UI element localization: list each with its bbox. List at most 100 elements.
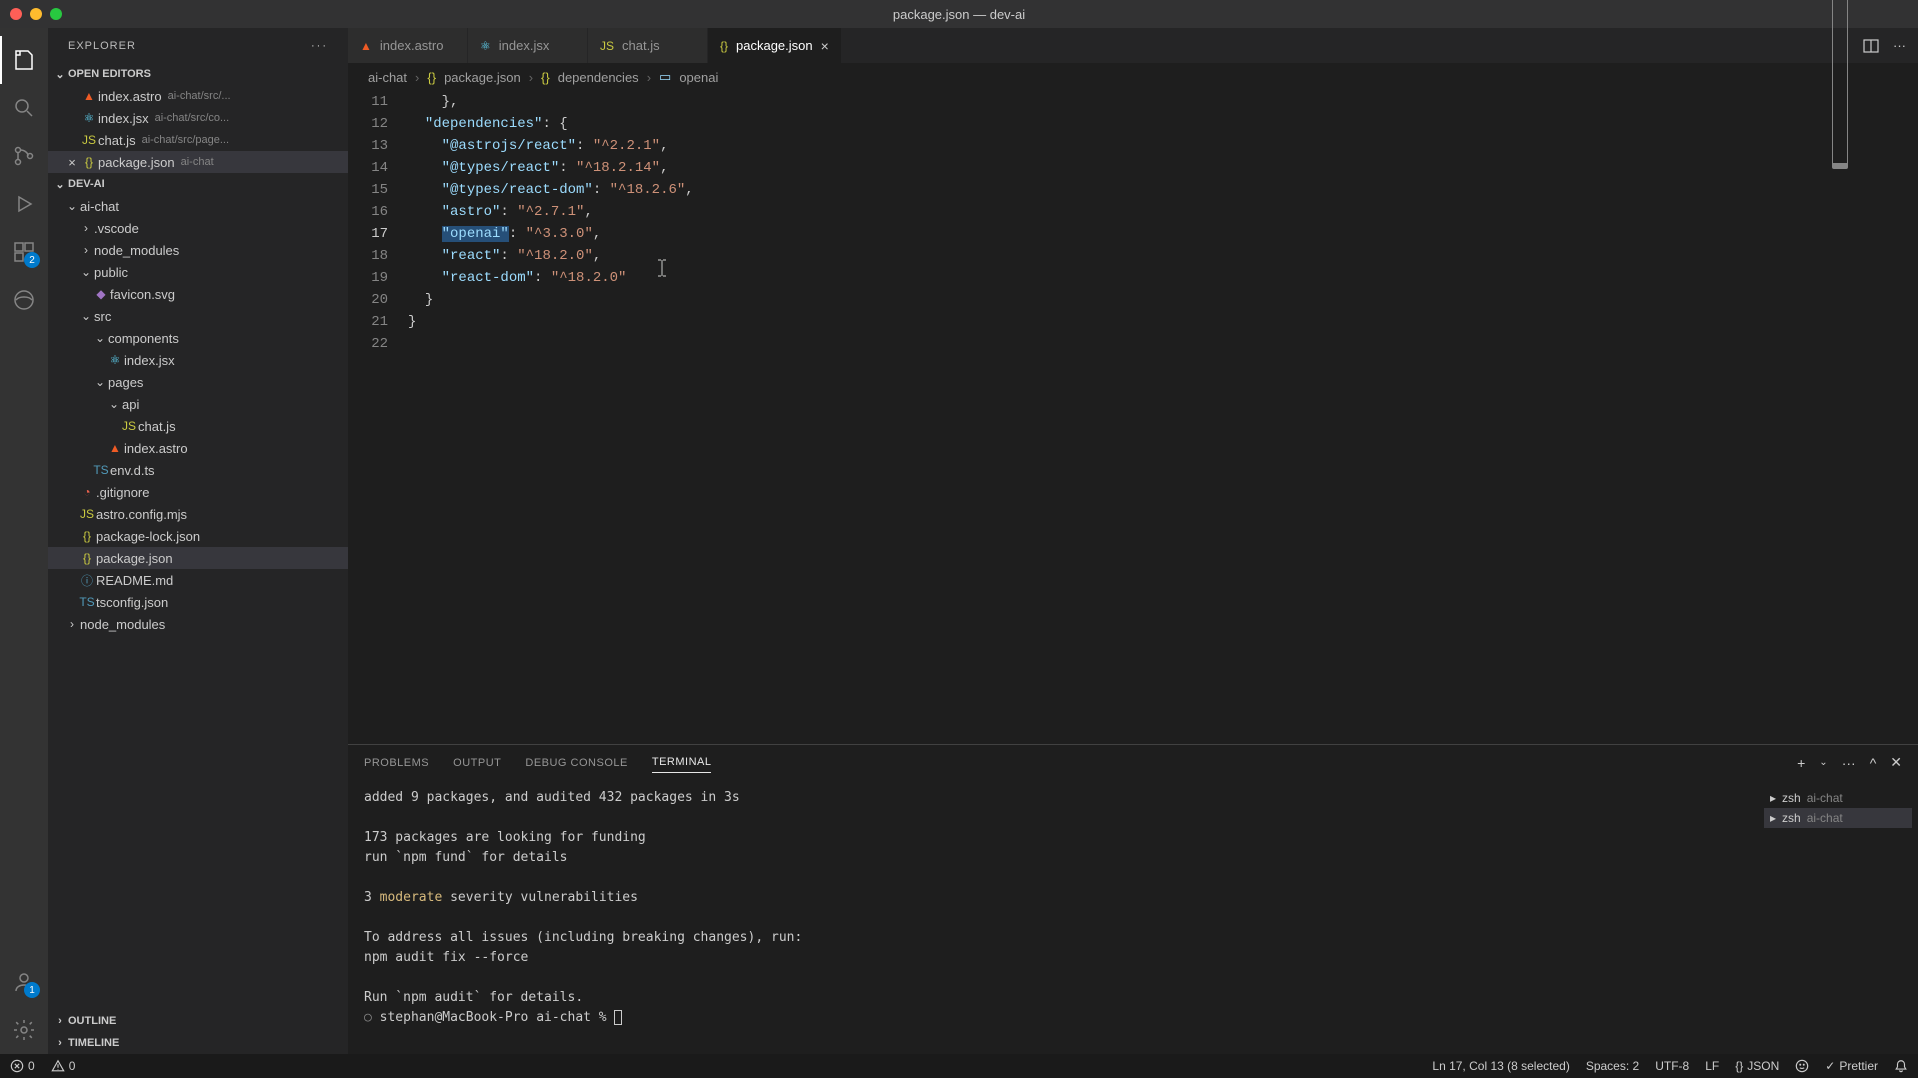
folder-item[interactable]: ⌄api [48,393,348,415]
folder-item[interactable]: ›node_modules [48,239,348,261]
extensions-view-icon[interactable]: 2 [0,228,48,276]
folder-item[interactable]: ⌄src [48,305,348,327]
open-editor-item[interactable]: JSchat.jsai-chat/src/page... [48,129,348,151]
folder-name: ai-chat [80,199,119,214]
open-editor-item[interactable]: ▲index.astroai-chat/src/... [48,85,348,107]
file-item[interactable]: ▲index.astro [48,437,348,459]
terminal-line: 173 packages are looking for funding [364,828,1742,848]
source-control-view-icon[interactable] [0,132,48,180]
window-title: package.json — dev-ai [893,7,1025,22]
edge-tools-icon[interactable] [0,276,48,324]
open-editors-label: OPEN EDITORS [68,68,151,80]
activity-bar: 2 1 [0,28,48,1054]
terminal-line: added 9 packages, and audited 432 packag… [364,788,1742,808]
editor-tab[interactable]: {}package.json× [708,28,842,63]
file-item[interactable]: ⓘREADME.md [48,569,348,591]
problems-tab[interactable]: PROBLEMS [364,753,429,773]
terminal-list-item[interactable]: ▸zsh ai-chat [1764,788,1912,808]
chevron-icon: › [64,617,80,631]
terminal-line: ○ stephan@MacBook-Pro ai-chat % [364,1008,1742,1028]
status-warnings[interactable]: 0 [51,1059,76,1073]
terminal-shell: zsh [1782,811,1801,825]
status-encoding[interactable]: UTF-8 [1655,1059,1689,1073]
panel-more-icon[interactable]: ··· [1842,755,1856,771]
chevron-icon: › [78,243,94,257]
output-tab[interactable]: OUTPUT [453,753,501,773]
file-item[interactable]: ⚛index.jsx [48,349,348,371]
breadcrumb-dependencies[interactable]: dependencies [558,70,639,85]
sidebar-more-icon[interactable]: ··· [311,40,328,52]
tab-label: index.astro [380,38,444,53]
search-view-icon[interactable] [0,84,48,132]
status-spaces[interactable]: Spaces: 2 [1586,1059,1639,1073]
open-editors-section[interactable]: ⌄OPEN EDITORS [48,63,348,85]
status-prettier[interactable]: ✓ Prettier [1825,1059,1878,1073]
open-editor-item[interactable]: ⚛index.jsxai-chat/src/co... [48,107,348,129]
project-section[interactable]: ⌄DEV-AI [48,173,348,195]
code-editor[interactable]: 111213141516171819202122 }, "dependencie… [348,91,1918,744]
status-eol[interactable]: LF [1705,1059,1719,1073]
terminal-icon: ▸ [1770,811,1776,825]
file-item[interactable]: ◔.gitignore [48,481,348,503]
accounts-icon[interactable]: 1 [0,958,48,1006]
run-debug-view-icon[interactable] [0,180,48,228]
editor-area: ▲index.astro⚛index.jsxJSchat.js{}package… [348,28,1918,1054]
file-item[interactable]: {}package.json [48,547,348,569]
status-errors[interactable]: 0 [10,1059,35,1073]
file-item[interactable]: {}package-lock.json [48,525,348,547]
folder-item[interactable]: ⌄pages [48,371,348,393]
timeline-section[interactable]: ›TIMELINE [48,1032,348,1054]
explorer-view-icon[interactable] [0,36,48,84]
file-item[interactable]: TSenv.d.ts [48,459,348,481]
file-name: index.jsx [98,111,149,126]
folder-item[interactable]: ⌄ai-chat [48,195,348,217]
close-panel-icon[interactable]: ✕ [1890,754,1902,771]
folder-item[interactable]: ›.vscode [48,217,348,239]
terminal-tab[interactable]: TERMINAL [652,752,712,773]
terminal-list-item[interactable]: ▸zsh ai-chat [1764,808,1912,828]
file-item[interactable]: JSastro.config.mjs [48,503,348,525]
text-cursor-icon [656,259,668,277]
status-lang[interactable]: {} JSON [1735,1059,1779,1073]
window-controls [10,8,62,20]
maximize-window-button[interactable] [50,8,62,20]
file-name: tsconfig.json [96,595,168,610]
file-name: package.json [98,155,175,170]
status-cursor[interactable]: Ln 17, Col 13 (8 selected) [1432,1059,1569,1073]
file-icon: TS [78,595,96,609]
file-item[interactable]: TStsconfig.json [48,591,348,613]
breadcrumb-folder[interactable]: ai-chat [368,70,407,85]
new-terminal-icon[interactable]: + [1797,755,1805,771]
close-icon[interactable]: × [64,155,80,170]
tab-label: chat.js [622,38,660,53]
close-window-button[interactable] [10,8,22,20]
terminal-dropdown-icon[interactable]: ⌄ [1819,757,1827,768]
debug-console-tab[interactable]: DEBUG CONSOLE [525,753,627,773]
settings-gear-icon[interactable] [0,1006,48,1054]
editor-tab[interactable]: ▲index.astro [348,28,468,63]
maximize-panel-icon[interactable]: ^ [1870,755,1877,771]
terminal-output[interactable]: added 9 packages, and audited 432 packag… [348,780,1758,1054]
minimize-window-button[interactable] [30,8,42,20]
folder-item[interactable]: ›node_modules [48,613,348,635]
file-path-hint: ai-chat/src/... [168,90,231,102]
editor-tab[interactable]: JSchat.js [588,28,708,63]
terminal-line [364,808,1742,828]
folder-item[interactable]: ⌄public [48,261,348,283]
breadcrumb-openai[interactable]: openai [679,70,718,85]
status-feedback[interactable] [1795,1059,1809,1073]
editor-tab[interactable]: ⚛index.jsx [468,28,588,63]
sidebar-title: EXPLORER ··· [48,28,348,63]
breadcrumb-file[interactable]: package.json [444,70,521,85]
file-name: README.md [96,573,173,588]
folder-name: public [94,265,128,280]
file-icon: ⚛ [80,111,98,125]
folder-item[interactable]: ⌄components [48,327,348,349]
open-editor-item[interactable]: ×{}package.jsonai-chat [48,151,348,173]
file-item[interactable]: JSchat.js [48,415,348,437]
status-notifications-icon[interactable] [1894,1059,1908,1073]
file-item[interactable]: ◆favicon.svg [48,283,348,305]
outline-section[interactable]: ›OUTLINE [48,1010,348,1032]
chevron-icon: ⌄ [92,375,108,389]
close-tab-icon[interactable]: × [821,38,829,54]
